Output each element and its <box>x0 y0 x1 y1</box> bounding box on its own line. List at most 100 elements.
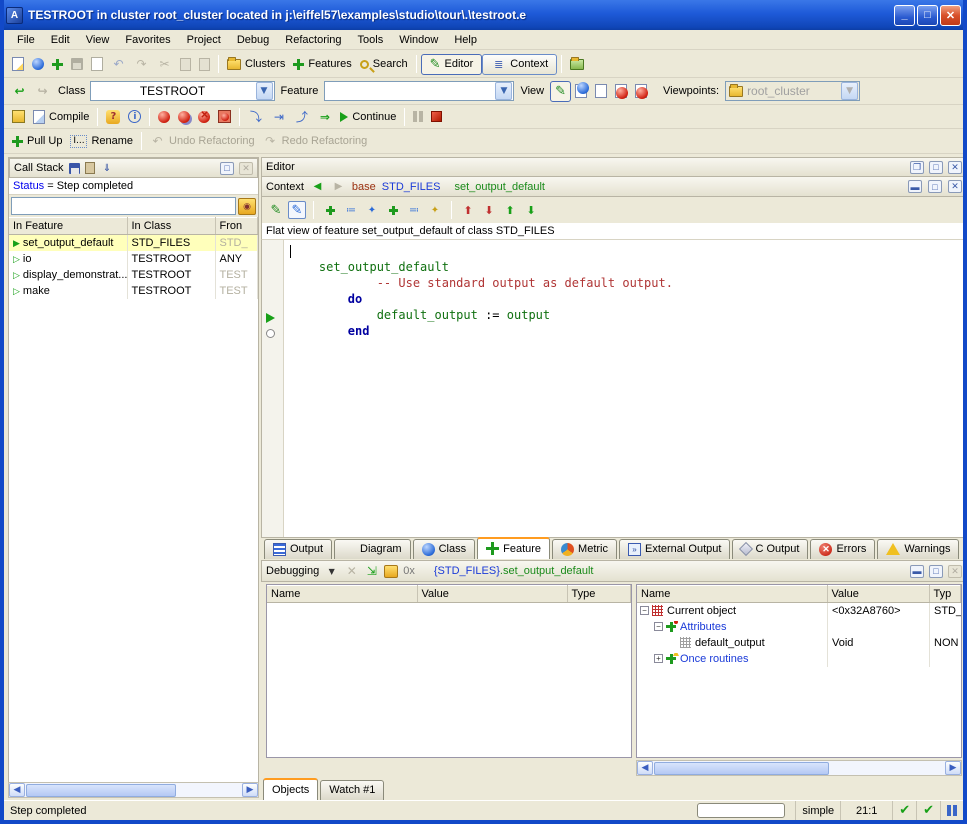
execution-point-icon[interactable] <box>266 313 275 323</box>
menu-item-favorites[interactable]: Favorites <box>118 32 177 48</box>
tree-expander-icon[interactable]: + <box>654 654 663 663</box>
callstack-save-icon[interactable] <box>69 163 80 174</box>
editor-maximize-icon[interactable]: □ <box>929 161 943 174</box>
copy-button[interactable] <box>176 56 195 73</box>
tab-output[interactable]: Output <box>264 539 332 559</box>
scroll-right-icon[interactable]: ▶ <box>945 761 961 775</box>
hex-format-label[interactable]: 0x <box>403 565 415 577</box>
scroll-right-icon[interactable]: ▶ <box>242 783 258 797</box>
menu-item-edit[interactable]: Edit <box>44 32 77 48</box>
call-stack-header[interactable]: Call Stack ⇓ □ ✕ <box>9 158 258 178</box>
locals-column-header[interactable]: Value <box>417 586 567 603</box>
menu-item-project[interactable]: Project <box>180 32 228 48</box>
drop-breakpoint-button[interactable] <box>154 109 174 125</box>
callstack-column-header[interactable]: Fron <box>215 218 258 235</box>
debugging-minimize-icon[interactable]: ▬ <box>910 565 924 578</box>
code-text[interactable]: set_output_default -- Use standard outpu… <box>284 240 966 537</box>
object-tree-row[interactable]: −Attributes <box>637 619 961 635</box>
objects-column-header[interactable]: Name <box>637 586 827 603</box>
callstack-copy-icon[interactable] <box>85 162 95 174</box>
callstack-from-cell[interactable]: TEST <box>215 283 258 299</box>
callstack-column-header[interactable]: In Class <box>127 218 215 235</box>
debugging-attach-icon[interactable]: ⇲ <box>364 564 379 579</box>
breakpoint-gutter[interactable] <box>262 240 284 537</box>
save-all-button[interactable] <box>87 55 107 73</box>
debugging-close-icon[interactable]: ✕ <box>948 565 962 578</box>
suppliers-button[interactable]: ⬇ <box>522 201 540 219</box>
objects-column-header[interactable]: Value <box>827 586 929 603</box>
callstack-feature-cell[interactable]: ▶set_output_default <box>9 235 127 251</box>
back-button[interactable]: ↩ <box>8 82 31 101</box>
call-stack-row[interactable]: ▷display_demonstrat...TESTROOTTEST <box>9 267 258 283</box>
breadcrumb-cluster[interactable]: base <box>352 181 376 193</box>
stop-button[interactable] <box>427 109 446 124</box>
project-settings-button[interactable] <box>8 108 29 125</box>
minimize-button[interactable]: _ <box>894 5 915 26</box>
help-ball-button[interactable]: ? <box>102 108 124 126</box>
class-combobox[interactable]: TESTROOT ▼ <box>90 81 275 101</box>
callstack-feature-cell[interactable]: ▷make <box>9 283 127 299</box>
callstack-class-cell[interactable]: TESTROOT <box>127 251 215 267</box>
menu-item-view[interactable]: View <box>79 32 117 48</box>
redo-refactoring-button[interactable]: ↷Redo Refactoring <box>259 132 372 151</box>
callstack-column-header[interactable]: In Feature <box>9 218 127 235</box>
menu-item-refactoring[interactable]: Refactoring <box>278 32 348 48</box>
continue-button[interactable]: Continue <box>336 109 400 125</box>
tab-diagram[interactable]: Diagram <box>334 539 411 559</box>
forward-button[interactable]: ↪ <box>31 82 54 101</box>
remove-breakpoints-button[interactable] <box>214 108 235 125</box>
cut-button[interactable]: ✂ <box>153 55 176 74</box>
debugging-dropdown-icon[interactable]: ▼ <box>324 564 339 579</box>
breakpoint-slot-icon[interactable] <box>266 329 275 338</box>
code-line[interactable] <box>290 243 966 259</box>
code-line[interactable]: set_output_default <box>290 259 966 275</box>
close-button[interactable]: ✕ <box>940 5 961 26</box>
title-bar[interactable]: A TESTROOT in cluster root_cluster locat… <box>0 0 967 30</box>
profile-button[interactable] <box>566 57 588 72</box>
tab-errors[interactable]: ✕Errors <box>810 539 875 559</box>
edit-feature-button[interactable]: ✎ <box>267 201 285 219</box>
flat-view-button[interactable]: ✦ <box>363 201 381 219</box>
tab-warnings[interactable]: Warnings <box>877 539 959 559</box>
code-line[interactable]: -- Use standard output as default output… <box>290 275 966 291</box>
view-flat-contract-button[interactable] <box>631 82 651 100</box>
add-button[interactable] <box>48 57 67 72</box>
rename-button[interactable]: I...Rename <box>66 133 137 150</box>
view-clickable-button[interactable] <box>571 82 591 100</box>
callstack-from-cell[interactable]: ANY <box>215 251 258 267</box>
callstack-import-icon[interactable]: ⇓ <box>100 161 115 176</box>
open-button[interactable] <box>28 56 48 72</box>
debugging-bubble-icon[interactable] <box>384 565 398 578</box>
basic-text-view-button[interactable] <box>321 201 339 219</box>
editor-restore-icon[interactable]: ❐ <box>910 161 924 174</box>
edit-class-button[interactable]: ✎ <box>288 201 306 219</box>
run-button[interactable]: ⇒ <box>313 107 336 126</box>
clients-button[interactable]: ⬆ <box>501 201 519 219</box>
debugging-close-tool-icon[interactable]: ✕ <box>344 564 359 579</box>
menu-item-debug[interactable]: Debug <box>230 32 276 48</box>
tab-c-output[interactable]: C Output <box>732 539 808 559</box>
callstack-from-cell[interactable]: STD_ <box>215 235 258 251</box>
objects-column-header[interactable]: Typ <box>929 586 961 603</box>
tree-expander-icon[interactable]: − <box>654 622 663 631</box>
locals-column-header[interactable]: Name <box>267 586 417 603</box>
context-back-icon[interactable]: ◀ <box>310 179 325 194</box>
object-tree-row[interactable]: −Current object<0x32A8760>STD_ <box>637 603 961 619</box>
pause-button[interactable] <box>409 109 427 124</box>
callstack-close-icon[interactable]: ✕ <box>239 162 253 175</box>
call-stack-row[interactable]: ▷ioTESTROOTANY <box>9 251 258 267</box>
context-forward-icon[interactable]: ▶ <box>331 179 346 194</box>
feature-combobox-dropdown-icon[interactable]: ▼ <box>495 82 512 100</box>
tab-external-output[interactable]: »External Output <box>619 539 730 559</box>
menu-item-file[interactable]: File <box>10 32 42 48</box>
callstack-filter-button[interactable]: ◉ <box>238 198 256 215</box>
redo-button[interactable]: ↷ <box>130 55 153 74</box>
callstack-maximize-icon[interactable]: □ <box>220 162 234 175</box>
clusters-button[interactable]: Clusters <box>223 56 289 72</box>
view-editor-button[interactable]: ✎ <box>550 81 571 102</box>
paste-button[interactable] <box>195 56 214 73</box>
callstack-hscrollbar[interactable]: ◀ ▶ <box>8 782 259 798</box>
compile-button[interactable]: Compile <box>29 108 93 126</box>
tab-metric[interactable]: Metric <box>552 539 617 559</box>
object-tree-row[interactable]: default_outputVoidNON <box>637 635 961 651</box>
